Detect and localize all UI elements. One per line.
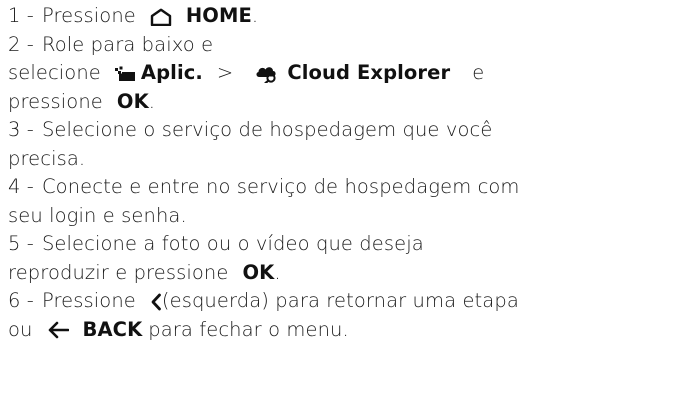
step-6-line-2: ou BACK para fechar o menu. bbox=[8, 316, 698, 345]
chevron-left-icon bbox=[150, 293, 162, 311]
step-2-line-1: 2 - Role para baixo e bbox=[8, 31, 698, 60]
step-6-line-1: 6 - Pressione (esquerda) para retornar uma… bbox=[8, 287, 698, 316]
step-text: para fechar o menu. bbox=[148, 317, 349, 341]
step-4-line-1: 4 - Conecte e entre no serviço de hospeda… bbox=[8, 173, 698, 202]
step-text: Selecione a foto ou o vídeo que deseja bbox=[41, 232, 424, 255]
ok-label: OK bbox=[242, 260, 275, 284]
step-text: selecione bbox=[8, 61, 101, 84]
step-3-line-1: 3 - Selecione o serviço de hospedagem que… bbox=[8, 116, 698, 145]
step-number: 5 - bbox=[8, 232, 34, 255]
apps-label: Aplic. bbox=[140, 61, 203, 84]
step-1-line-1: 1 - Pressione HOME. bbox=[8, 2, 698, 31]
step-text: reproduzir e pressione bbox=[8, 260, 229, 284]
apps-icon bbox=[114, 66, 137, 82]
separator: > bbox=[216, 61, 234, 84]
step-2-line-2: selecione Aplic. > Cloud Explorer e bbox=[8, 59, 698, 88]
step-4-line-2: seu login e senha. bbox=[8, 202, 698, 231]
step-number: 6 - bbox=[8, 289, 34, 312]
step-3-line-2: precisa. bbox=[8, 145, 698, 174]
ok-label: OK bbox=[116, 89, 149, 113]
step-5-line-1: 5 - Selecione a foto ou o vídeo que desej… bbox=[8, 230, 698, 259]
home-icon bbox=[150, 8, 172, 26]
step-text: ou bbox=[8, 317, 33, 341]
step-text: pressione bbox=[8, 89, 103, 113]
step-5-line-2: reproduzir e pressione OK. bbox=[8, 259, 698, 288]
instructions: 1 - Pressione HOME. 2 - Role para baixo e s… bbox=[0, 2, 698, 405]
step-text: Pressione bbox=[41, 289, 136, 312]
step-text: Pressione bbox=[41, 4, 136, 27]
step-text: Conecte e entre no serviço de hospedagem… bbox=[41, 175, 520, 198]
back-label: BACK bbox=[82, 317, 143, 341]
step-punct: . bbox=[148, 89, 156, 113]
cloud-explorer-icon bbox=[255, 65, 281, 83]
step-text: e bbox=[472, 61, 485, 84]
step-text: Selecione o serviço de hospedagem que vo… bbox=[41, 118, 493, 141]
back-arrow-icon bbox=[47, 321, 69, 339]
home-label: HOME bbox=[185, 4, 252, 27]
step-number: 3 - bbox=[8, 118, 34, 141]
step-punct: . bbox=[274, 260, 281, 284]
step-punct: . bbox=[251, 4, 259, 27]
step-text: seu login e senha. bbox=[8, 203, 187, 227]
step-text: Role para baixo e bbox=[41, 32, 214, 56]
step-number: 2 - bbox=[8, 32, 34, 56]
left-label: (esquerda) para retornar uma etapa bbox=[161, 289, 519, 312]
step-text: precisa. bbox=[8, 146, 86, 170]
step-number: 4 - bbox=[8, 175, 34, 198]
step-number: 1 - bbox=[8, 4, 34, 27]
step-2-line-3: pressione OK. bbox=[8, 88, 698, 117]
cloud-explorer-label: Cloud Explorer bbox=[287, 61, 451, 84]
